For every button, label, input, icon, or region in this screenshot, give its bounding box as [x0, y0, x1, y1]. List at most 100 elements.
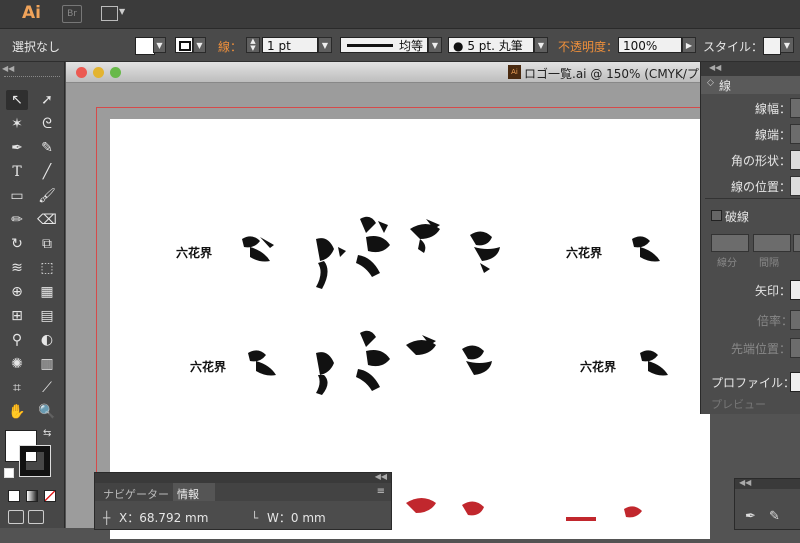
style-swatch[interactable]: [763, 37, 781, 55]
stroke-swatch[interactable]: [175, 37, 193, 53]
eyedropper-icon[interactable]: ⚲: [6, 330, 28, 350]
scale-field[interactable]: [790, 310, 800, 330]
zoom-icon[interactable]: 🔍: [36, 402, 58, 422]
preview-label: プレビュー: [711, 398, 766, 411]
stroke-weight-stepper[interactable]: [790, 98, 800, 118]
tip-buttons[interactable]: [790, 338, 800, 358]
close-window-icon[interactable]: [76, 67, 87, 78]
slice-icon[interactable]: ⟋: [36, 378, 58, 398]
collapse-icon[interactable]: ◀◀: [709, 63, 721, 72]
dash-field-1[interactable]: [711, 234, 749, 252]
brush-dropdown[interactable]: ▼: [534, 37, 548, 53]
brush-label: 5 pt. 丸筆: [467, 39, 523, 53]
brush-definition[interactable]: ● 5 pt. 丸筆: [448, 37, 534, 53]
variable-width-profile[interactable]: 均等: [340, 37, 428, 53]
tab-navigator[interactable]: ナビゲーター: [103, 486, 169, 502]
direct-selection-tool-icon[interactable]: ➚: [36, 90, 58, 110]
align-buttons[interactable]: [790, 176, 800, 196]
panel-header[interactable]: ◀◀: [95, 472, 391, 483]
rotate-icon[interactable]: ↻: [6, 234, 28, 254]
collapse-icon[interactable]: ◀◀: [375, 472, 387, 481]
gap-field-1[interactable]: [753, 234, 791, 252]
bridge-button[interactable]: Br: [62, 5, 82, 23]
opacity-field[interactable]: 100%: [618, 37, 682, 53]
stroke-dropdown[interactable]: ▼: [193, 37, 206, 53]
logo-brush-2: [316, 238, 346, 289]
magic-wand-icon[interactable]: ✶: [6, 114, 28, 134]
color-mode-icon[interactable]: [8, 490, 20, 502]
stroke-weight-dropdown[interactable]: ▼: [318, 37, 332, 53]
profile-dropdown[interactable]: ▼: [428, 37, 442, 53]
document-title: ロゴ一覧.ai @ 150% (CMYK/プ: [524, 67, 699, 81]
zoom-window-icon[interactable]: [110, 67, 121, 78]
stroke-label[interactable]: 線：: [218, 38, 242, 55]
stroke-color-box[interactable]: [19, 445, 51, 477]
type-icon[interactable]: T: [6, 162, 28, 182]
document-titlebar[interactable]: Ai ロゴ一覧.ai @ 150% (CMYK/プ: [66, 62, 706, 83]
dashed-checkbox[interactable]: [711, 210, 722, 221]
line-icon[interactable]: ╱: [36, 162, 58, 182]
collapse-icon[interactable]: ◀◀: [739, 478, 751, 487]
warp-icon[interactable]: ≋: [6, 258, 28, 278]
default-colors-icon[interactable]: [4, 468, 14, 478]
column-graph-icon[interactable]: ▥: [36, 354, 58, 374]
logo-rokkakai-text: 六花界: [580, 359, 616, 374]
blend-icon[interactable]: ◐: [36, 330, 58, 350]
symbol-sprayer-icon[interactable]: ✺: [6, 354, 28, 374]
lasso-icon[interactable]: ᘓ: [36, 114, 58, 134]
perspective-grid-icon[interactable]: ▦: [36, 282, 58, 302]
eraser-icon[interactable]: ⌫: [36, 210, 58, 230]
paintbrush-icon[interactable]: 🖌: [36, 186, 58, 206]
artboard-icon[interactable]: ⌗: [6, 378, 28, 398]
brush-dot-icon: ●: [453, 39, 464, 53]
panel-header[interactable]: ◀◀: [701, 62, 800, 76]
selection-tool-icon[interactable]: ↖: [6, 90, 28, 110]
curvature-icon[interactable]: ✎: [36, 138, 58, 158]
pen-icon[interactable]: ✒: [6, 138, 28, 158]
panel-header[interactable]: ◀◀: [735, 478, 800, 489]
corner-buttons[interactable]: [790, 150, 800, 170]
app-logo: Ai: [22, 3, 41, 23]
shape-builder-icon[interactable]: ⊕: [6, 282, 28, 302]
stroke-weight-field[interactable]: 1 pt: [262, 37, 318, 53]
workspace-layout-icon[interactable]: [101, 6, 118, 21]
cap-buttons[interactable]: [790, 124, 800, 144]
logo-brush-3: [356, 216, 390, 277]
profile-line-icon: [347, 44, 393, 47]
chevron-down-icon[interactable]: ▼: [119, 7, 125, 16]
crosshair-icon: ┼: [103, 511, 111, 525]
fill-swatch[interactable]: [135, 37, 155, 55]
opacity-arrow[interactable]: ▶: [682, 37, 696, 53]
add-anchor-icon[interactable]: ✎: [769, 509, 780, 524]
gradient-icon[interactable]: ▤: [36, 306, 58, 326]
swap-colors-icon[interactable]: ⇆: [43, 428, 51, 439]
canvas-area[interactable]: 六花界 六花界 六花界 六花界: [66, 83, 710, 539]
panel-menu-icon[interactable]: ≡: [377, 486, 385, 497]
free-transform-icon[interactable]: ⬚: [36, 258, 58, 278]
logo-rokkakai-text: 六花界: [176, 245, 212, 260]
dash-field-2[interactable]: [793, 234, 800, 252]
scale-icon[interactable]: ⧉: [36, 234, 58, 254]
opacity-label[interactable]: 不透明度：: [558, 38, 618, 55]
rectangle-icon[interactable]: ▭: [6, 186, 28, 206]
stroke-weight-label: 線幅：: [755, 102, 792, 116]
hand-icon[interactable]: ✋: [6, 402, 28, 422]
gradient-mode-icon[interactable]: [26, 490, 38, 502]
profile-select[interactable]: [790, 372, 800, 392]
arrow-start-select[interactable]: [790, 280, 800, 300]
brush-tool-icon[interactable]: ✒: [745, 509, 756, 524]
collapse-icon[interactable]: ◀◀: [2, 64, 14, 73]
none-mode-icon[interactable]: [44, 490, 56, 502]
fill-dropdown[interactable]: ▼: [153, 37, 166, 53]
stroke-weight-stepper[interactable]: ▲ ▼: [246, 37, 260, 53]
draw-mode-icon[interactable]: [8, 510, 24, 524]
tab-info[interactable]: 情報: [173, 483, 215, 501]
minimize-window-icon[interactable]: [93, 67, 104, 78]
stroke-tab[interactable]: ◇ 線: [701, 76, 800, 94]
panel-grip[interactable]: [4, 76, 60, 79]
screen-mode-icon[interactable]: [28, 510, 44, 524]
scale-label: 倍率：: [757, 314, 794, 328]
mesh-icon[interactable]: ⊞: [6, 306, 28, 326]
style-dropdown[interactable]: ▼: [780, 37, 794, 53]
pencil-icon[interactable]: ✏: [6, 210, 28, 230]
